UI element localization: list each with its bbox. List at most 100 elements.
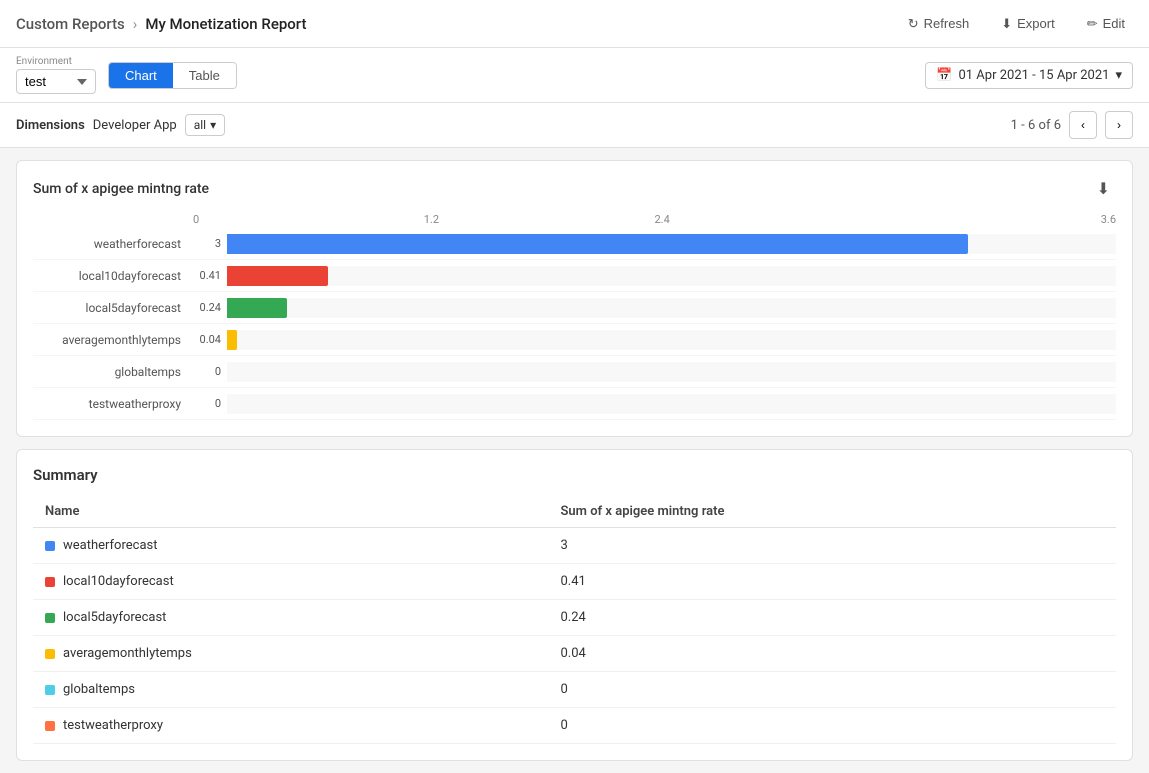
chart-row-value: 0.04 — [193, 333, 221, 346]
main-content: Sum of x apigee mintng rate ⬇ 0 1.2 2.4 … — [0, 148, 1149, 773]
color-dot — [45, 613, 55, 623]
table-cell-value: 0 — [548, 708, 1116, 744]
dimensions-label: Dimensions — [16, 118, 85, 133]
chart-row-value: 0.24 — [193, 301, 221, 314]
table-cell-value: 3 — [548, 528, 1116, 564]
axis-label-3: 3.6 — [885, 213, 1116, 226]
table-row: averagemonthlytemps0.04 — [33, 636, 1116, 672]
refresh-button[interactable]: ↻ Refresh — [900, 12, 977, 36]
table-cell-value: 0.41 — [548, 564, 1116, 600]
color-dot — [45, 685, 55, 695]
chart-title: Sum of x apigee mintng rate — [33, 181, 209, 197]
chart-row-value: 3 — [193, 237, 221, 250]
table-cell-value: 0 — [548, 672, 1116, 708]
chart-rows: weatherforecast3local10dayforecast0.41lo… — [33, 228, 1116, 420]
table-cell-value: 0.04 — [548, 636, 1116, 672]
breadcrumb-parent[interactable]: Custom Reports — [16, 15, 125, 33]
toolbar-left: Environment test Chart Table — [16, 56, 237, 94]
summary-title: Summary — [33, 466, 1116, 484]
table-row: globaltemps0 — [33, 672, 1116, 708]
color-dot — [45, 541, 55, 551]
dimensions-bar: Dimensions Developer App all ▾ 1 - 6 of … — [0, 103, 1149, 148]
summary-card: Summary Name Sum of x apigee mintng rate… — [16, 449, 1133, 761]
axis-labels: 0 1.2 2.4 3.6 — [33, 213, 1116, 226]
chart-bar — [227, 298, 287, 318]
chart-bar — [227, 330, 237, 350]
chart-row: testweatherproxy0 — [33, 388, 1116, 420]
chart-bar-area — [227, 266, 1116, 286]
chart-row-label: averagemonthlytemps — [33, 333, 193, 347]
chart-card-header: Sum of x apigee mintng rate ⬇ — [33, 177, 1116, 201]
chart-bar-area — [227, 362, 1116, 382]
chart-bar-area — [227, 234, 1116, 254]
chart-bar-area — [227, 394, 1116, 414]
chart-bar-area — [227, 330, 1116, 350]
toolbar: Environment test Chart Table 📅 01 Apr 20… — [0, 48, 1149, 103]
summary-table: Name Sum of x apigee mintng rate weather… — [33, 496, 1116, 744]
env-label: Environment — [16, 56, 96, 67]
table-cell-name: local10dayforecast — [33, 564, 548, 600]
chart-tab[interactable]: Chart — [109, 63, 173, 88]
chart-row: local5dayforecast0.24 — [33, 292, 1116, 324]
color-dot — [45, 649, 55, 659]
breadcrumb: Custom Reports › My Monetization Report — [16, 15, 306, 33]
axis-label-2: 2.4 — [655, 213, 886, 226]
chart-bar — [227, 266, 328, 286]
edit-icon: ✏ — [1087, 16, 1098, 32]
table-cell-name: local5dayforecast — [33, 600, 548, 636]
table-row: testweatherproxy0 — [33, 708, 1116, 744]
chart-row-label: weatherforecast — [33, 237, 193, 251]
col-name-header: Name — [33, 496, 548, 528]
table-cell-name: globaltemps — [33, 672, 548, 708]
chart-bar-area — [227, 298, 1116, 318]
dims-left: Dimensions Developer App all ▾ — [16, 114, 225, 136]
chart-row-label: local5dayforecast — [33, 301, 193, 315]
view-tabs: Chart Table — [108, 62, 237, 89]
chevron-down-icon: ▾ — [1115, 68, 1122, 83]
filter-dropdown[interactable]: all ▾ — [185, 114, 225, 136]
chart-row: weatherforecast3 — [33, 228, 1116, 260]
chart-card: Sum of x apigee mintng rate ⬇ 0 1.2 2.4 … — [16, 160, 1133, 437]
top-bar: Custom Reports › My Monetization Report … — [0, 0, 1149, 48]
color-dot — [45, 721, 55, 731]
chart-row: globaltemps0 — [33, 356, 1116, 388]
export-button[interactable]: ⬇ Export — [993, 12, 1062, 36]
summary-tbody: weatherforecast3local10dayforecast0.41lo… — [33, 528, 1116, 744]
table-cell-name: weatherforecast — [33, 528, 548, 564]
pagination: 1 - 6 of 6 ‹ › — [1011, 111, 1133, 139]
chart-row-label: local10dayforecast — [33, 269, 193, 283]
chart-row-value: 0.41 — [193, 269, 221, 282]
chart-download-button[interactable]: ⬇ — [1091, 177, 1116, 201]
env-select[interactable]: test — [16, 69, 96, 94]
refresh-icon: ↻ — [908, 16, 919, 32]
dimension-value: Developer App — [93, 118, 177, 133]
table-tab[interactable]: Table — [173, 63, 236, 88]
table-row: local5dayforecast0.24 — [33, 600, 1116, 636]
table-cell-value: 0.24 — [548, 600, 1116, 636]
axis-label-0: 0 — [193, 213, 424, 226]
calendar-icon: 📅 — [936, 68, 952, 83]
color-dot — [45, 577, 55, 587]
col-value-header: Sum of x apigee mintng rate — [548, 496, 1116, 528]
breadcrumb-sep: › — [133, 15, 138, 33]
table-cell-name: averagemonthlytemps — [33, 636, 548, 672]
date-range-picker[interactable]: 📅 01 Apr 2021 - 15 Apr 2021 ▾ — [925, 62, 1133, 89]
chart-row: local10dayforecast0.41 — [33, 260, 1116, 292]
table-cell-name: testweatherproxy — [33, 708, 548, 744]
chart-row-value: 0 — [193, 397, 221, 410]
chart-row-label: testweatherproxy — [33, 397, 193, 411]
table-row: local10dayforecast0.41 — [33, 564, 1116, 600]
chart-bar — [227, 234, 968, 254]
env-select-wrap: Environment test — [16, 56, 96, 94]
table-row: weatherforecast3 — [33, 528, 1116, 564]
edit-button[interactable]: ✏ Edit — [1079, 12, 1133, 36]
top-actions: ↻ Refresh ⬇ Export ✏ Edit — [900, 12, 1133, 36]
export-icon: ⬇ — [1001, 16, 1012, 32]
chart-row-label: globaltemps — [33, 365, 193, 379]
breadcrumb-current: My Monetization Report — [145, 15, 306, 33]
chart-row-value: 0 — [193, 365, 221, 378]
axis-label-1: 1.2 — [424, 213, 655, 226]
prev-page-button[interactable]: ‹ — [1069, 111, 1097, 139]
chevron-down-icon: ▾ — [210, 118, 216, 132]
next-page-button[interactable]: › — [1105, 111, 1133, 139]
